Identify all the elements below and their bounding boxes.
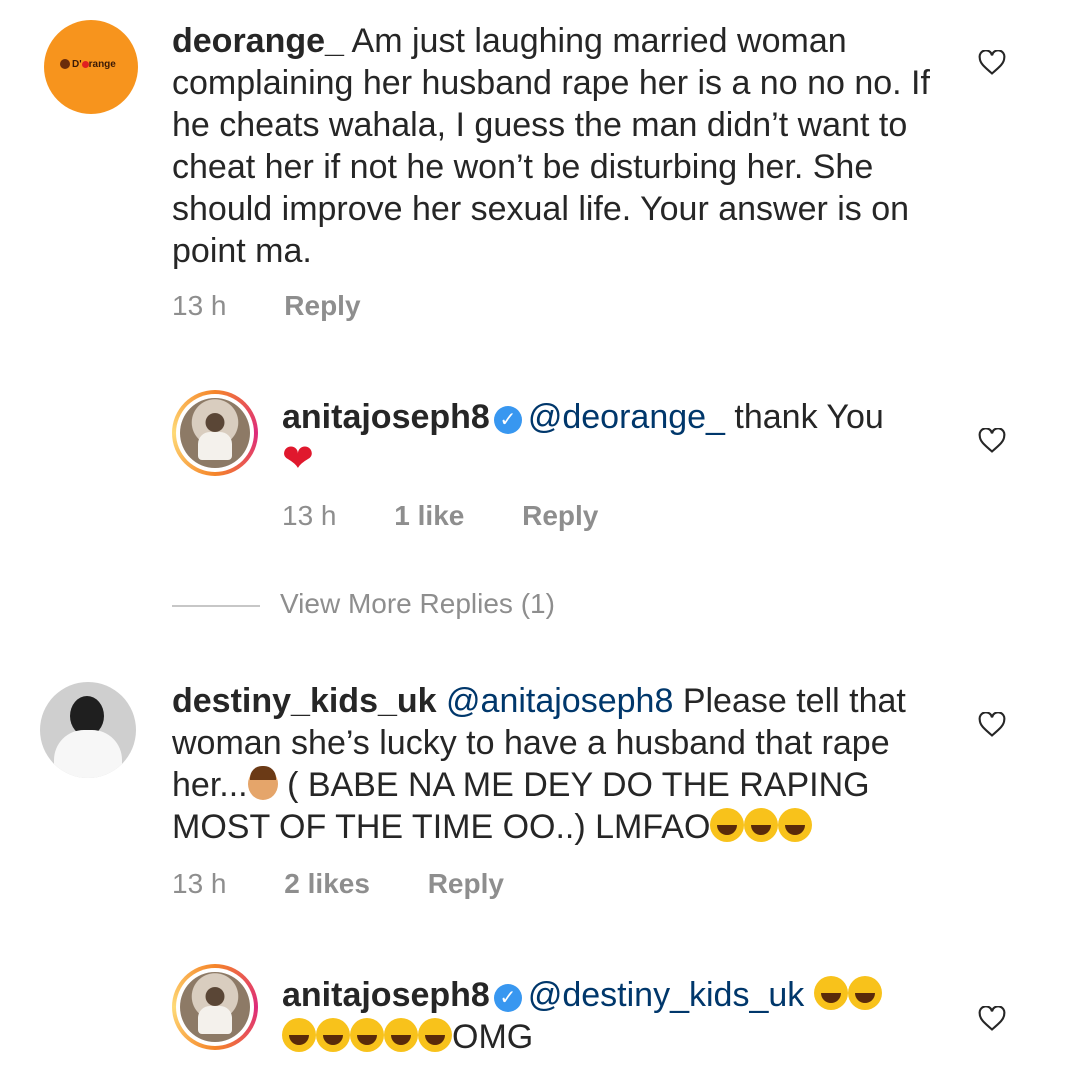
heart-outline-icon[interactable] xyxy=(978,50,1006,76)
comment-meta: 13 h 1 like Reply xyxy=(282,500,598,532)
avatar-deorange[interactable]: D' range xyxy=(44,20,138,114)
facepalm-emoji xyxy=(247,766,278,800)
likes-count[interactable]: 2 likes xyxy=(284,868,370,899)
laughing-emoji xyxy=(316,1018,350,1052)
comment-text: thank You xyxy=(734,398,884,436)
comment-deorange: deorange_ Am just laughing married woman… xyxy=(172,20,932,272)
laughing-emoji xyxy=(744,808,779,842)
laughing-emoji xyxy=(778,808,813,842)
mention-link[interactable]: @destiny_kids_uk xyxy=(528,976,804,1014)
comment-destiny-kids-uk: destiny_kids_uk @anitajoseph8 Please tel… xyxy=(172,680,952,848)
laughing-emoji xyxy=(282,1018,316,1052)
comment-username[interactable]: deorange_ xyxy=(172,22,344,60)
laughing-emoji xyxy=(350,1018,384,1052)
avatar-anitajoseph8[interactable] xyxy=(172,964,258,1050)
heart-outline-icon[interactable] xyxy=(978,1006,1006,1032)
laughing-emoji xyxy=(813,976,848,1010)
deorange-logo: D' range xyxy=(60,58,122,74)
avatar-anitajoseph8[interactable] xyxy=(172,390,258,476)
red-heart-emoji: ❤ xyxy=(282,438,314,480)
reply-button[interactable]: Reply xyxy=(522,500,598,531)
laughing-emoji xyxy=(847,976,882,1010)
laughing-emoji xyxy=(384,1018,418,1052)
laughing-emoji xyxy=(710,808,745,842)
comment-meta: 13 h 2 likes Reply xyxy=(172,868,504,900)
comment-time: 13 h xyxy=(172,290,227,321)
comment-text: OMG xyxy=(452,1018,534,1056)
mention-link[interactable]: @anitajoseph8 xyxy=(446,682,673,720)
likes-count[interactable]: 1 like xyxy=(394,500,464,531)
mention-link[interactable]: @deorange_ xyxy=(528,398,725,436)
heart-outline-icon[interactable] xyxy=(978,428,1006,454)
verified-badge-icon: ✓ xyxy=(493,984,522,1012)
reply-button[interactable]: Reply xyxy=(284,290,360,321)
comment-username[interactable]: destiny_kids_uk xyxy=(172,682,437,720)
heart-outline-icon[interactable] xyxy=(978,712,1006,738)
comment-anitajoseph8-reply: anitajoseph8 ✓ @deorange_ thank You ❤ xyxy=(282,396,942,481)
comment-username[interactable]: anitajoseph8 xyxy=(282,398,490,436)
view-more-label: View More Replies (1) xyxy=(280,588,555,619)
reply-button[interactable]: Reply xyxy=(428,868,504,899)
comment-time: 13 h xyxy=(282,500,337,531)
comment-anitajoseph8-reply: anitajoseph8 ✓ @destiny_kids_uk OMG xyxy=(282,974,962,1058)
view-more-replies[interactable]: View More Replies (1) xyxy=(172,588,555,620)
comment-meta: 13 h Reply xyxy=(172,290,361,322)
comment-time: 13 h xyxy=(172,868,227,899)
verified-badge-icon: ✓ xyxy=(493,406,522,434)
divider xyxy=(172,604,260,607)
comment-username[interactable]: anitajoseph8 xyxy=(282,976,490,1014)
avatar-destiny-kids-uk[interactable] xyxy=(40,682,136,778)
laughing-emoji xyxy=(418,1018,452,1052)
